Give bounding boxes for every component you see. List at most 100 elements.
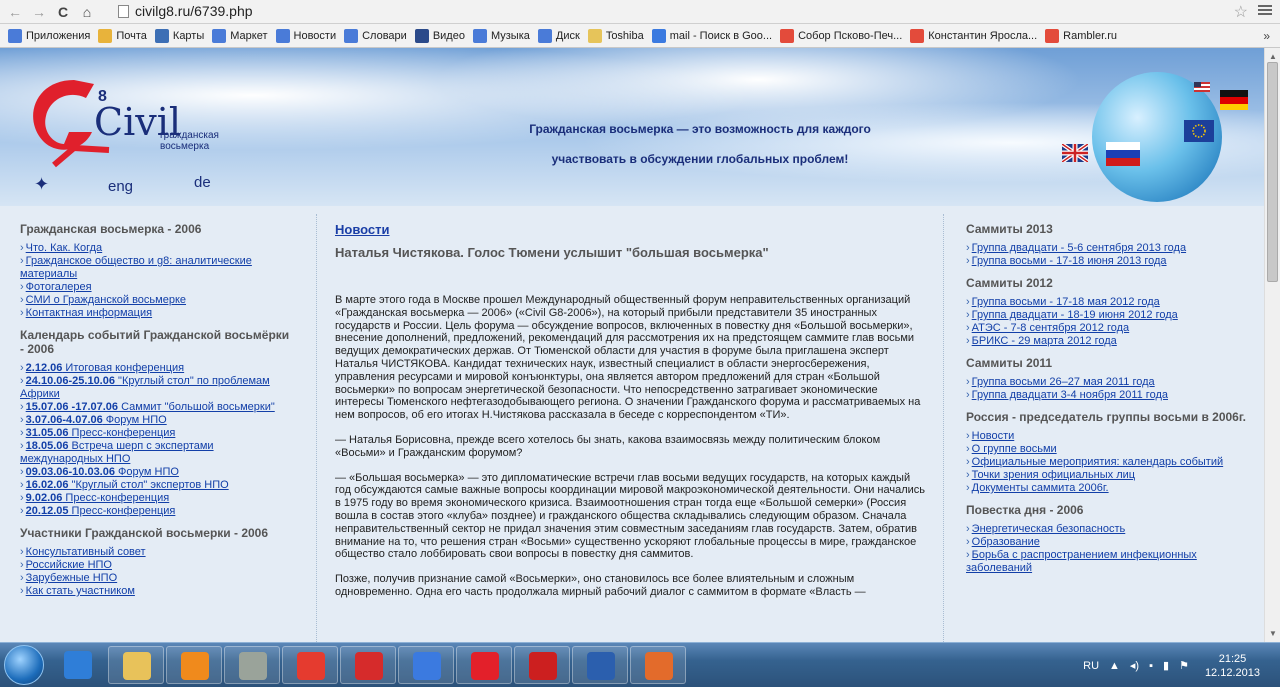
- sidebar-link[interactable]: Группа восьми 26–27 мая 2011 года: [972, 376, 1155, 388]
- event-link[interactable]: 09.03.06-10.03.06 Форум НПО: [26, 466, 179, 478]
- bookmark-label[interactable]: Константин Яросла...: [928, 30, 1037, 42]
- bookmark-item[interactable]: Видео: [414, 28, 465, 43]
- bookmark-item[interactable]: Карты: [154, 28, 204, 43]
- sidebar-link[interactable]: Группа восьми - 17-18 июня 2013 года: [972, 255, 1167, 267]
- sidebar-link[interactable]: Группа двадцати 3-4 ноября 2011 года: [972, 389, 1168, 401]
- bookmark-label[interactable]: Диск: [556, 30, 580, 42]
- taskbar-button[interactable]: [166, 646, 222, 684]
- bookmark-item[interactable]: Toshiba: [587, 28, 644, 43]
- show-hidden-icons-icon[interactable]: ▲: [1109, 660, 1120, 672]
- taskbar-button[interactable]: [340, 646, 396, 684]
- clock[interactable]: 21:25 12.12.2013: [1205, 652, 1260, 680]
- scrollbar-thumb[interactable]: [1267, 62, 1278, 282]
- russia-flag-icon[interactable]: [1106, 142, 1140, 166]
- bookmark-label[interactable]: mail - Поиск в Goo...: [670, 30, 772, 42]
- uk-flag-icon[interactable]: [1062, 144, 1088, 162]
- germany-flag-icon[interactable]: [1220, 90, 1248, 110]
- sidebar-link[interactable]: Группа двадцати - 18-19 июня 2012 года: [972, 309, 1178, 321]
- sidebar-link[interactable]: Новости: [972, 430, 1015, 442]
- sidebar-link[interactable]: Консультативный совет: [26, 546, 146, 558]
- start-button[interactable]: [4, 645, 44, 685]
- sidebar-link[interactable]: Группа двадцати - 5-6 сентября 2013 года: [972, 242, 1186, 254]
- reload-icon[interactable]: C: [54, 3, 72, 21]
- taskbar-button[interactable]: [514, 646, 570, 684]
- forward-icon[interactable]: →: [30, 3, 48, 21]
- vertical-scrollbar[interactable]: ▲ ▼: [1264, 48, 1280, 642]
- site-logo[interactable]: Civil 8 гражданская восьмерка ✦ eng de: [14, 70, 244, 200]
- sidebar-link[interactable]: Гражданское общество и g8: аналитические…: [20, 255, 252, 280]
- language-indicator[interactable]: RU: [1083, 660, 1099, 672]
- taskbar-button[interactable]: [456, 646, 512, 684]
- event-link[interactable]: 3.07.06-4.07.06 Форум НПО: [26, 414, 167, 426]
- bookmark-star-icon[interactable]: ☆: [1234, 2, 1248, 22]
- taskbar-button[interactable]: [224, 646, 280, 684]
- taskbar-button[interactable]: [108, 646, 164, 684]
- eu-flag-icon[interactable]: [1184, 120, 1214, 142]
- ru-lang-icon[interactable]: ✦: [34, 174, 49, 195]
- back-icon[interactable]: ←: [6, 3, 24, 21]
- taskbar-button[interactable]: [398, 646, 454, 684]
- menu-icon[interactable]: [1258, 3, 1272, 17]
- bookmark-item[interactable]: Rambler.ru: [1045, 28, 1117, 43]
- sidebar-link[interactable]: Как стать участником: [26, 585, 135, 597]
- bookmark-item[interactable]: Константин Яросла...: [910, 28, 1037, 43]
- address-bar[interactable]: civilg8.ru/6739.php: [118, 1, 1198, 21]
- bookmark-label[interactable]: Почта: [116, 30, 147, 42]
- event-link[interactable]: 16.02.06 "Круглый стол" экспертов НПО: [26, 479, 229, 491]
- sidebar-link[interactable]: Зарубежные НПО: [26, 572, 117, 584]
- lang-eng-link[interactable]: eng: [108, 178, 133, 195]
- bookmark-label[interactable]: Маркет: [230, 30, 267, 42]
- sidebar-link[interactable]: Контактная информация: [26, 307, 152, 319]
- bookmark-item[interactable]: Словари: [344, 28, 407, 43]
- network-icon[interactable]: ▪: [1149, 660, 1153, 672]
- sidebar-link[interactable]: Российские НПО: [26, 559, 112, 571]
- bookmark-label[interactable]: Toshiba: [606, 30, 644, 42]
- sidebar-link[interactable]: Что. Как. Когда: [26, 242, 103, 254]
- event-link[interactable]: 15.07.06 -17.07.06 Саммит "большой восьм…: [26, 401, 275, 413]
- bookmark-label[interactable]: Приложения: [26, 30, 90, 42]
- scroll-down-icon[interactable]: ▼: [1269, 629, 1277, 638]
- event-link[interactable]: 9.02.06 Пресс-конференция: [26, 492, 170, 504]
- home-icon[interactable]: ⌂: [78, 3, 96, 21]
- bookmark-item[interactable]: Почта: [98, 28, 147, 43]
- taskbar-button[interactable]: [50, 646, 106, 684]
- event-link[interactable]: 31.05.06 Пресс-конференция: [26, 427, 176, 439]
- bookmark-label[interactable]: Словари: [362, 30, 407, 42]
- bookmark-item[interactable]: Приложения: [8, 28, 90, 43]
- event-link[interactable]: 18.05.06 Встреча шерп с экспертами между…: [20, 440, 214, 465]
- bookmark-item[interactable]: Диск: [537, 28, 580, 43]
- sidebar-link[interactable]: АТЭС - 7-8 сентября 2012 года: [972, 322, 1129, 334]
- event-link[interactable]: 24.10.06-25.10.06 "Круглый стол" по проб…: [20, 375, 270, 400]
- volume-icon[interactable]: ◂): [1130, 659, 1139, 672]
- bookmark-label[interactable]: Карты: [173, 30, 204, 42]
- bookmarks-more-icon[interactable]: »: [1263, 29, 1270, 43]
- bookmark-label[interactable]: Видео: [433, 30, 465, 42]
- sidebar-link[interactable]: Группа восьми - 17-18 мая 2012 года: [972, 296, 1160, 308]
- lang-de-link[interactable]: de: [194, 174, 211, 191]
- sidebar-link[interactable]: Точки зрения официальных лиц: [972, 469, 1135, 481]
- sidebar-link[interactable]: СМИ о Гражданской восьмерке: [26, 294, 186, 306]
- usa-flag-icon[interactable]: [1194, 82, 1210, 92]
- sidebar-link[interactable]: О группе восьми: [972, 443, 1057, 455]
- power-icon[interactable]: ▮: [1163, 659, 1169, 672]
- bookmark-item[interactable]: Маркет: [212, 28, 268, 43]
- bookmark-item[interactable]: mail - Поиск в Goo...: [651, 28, 772, 43]
- bookmark-item[interactable]: Собор Псково-Печ...: [780, 28, 902, 43]
- sidebar-link[interactable]: БРИКС - 29 марта 2012 года: [972, 335, 1117, 347]
- scroll-up-icon[interactable]: ▲: [1269, 52, 1277, 61]
- action-center-icon[interactable]: ⚑: [1179, 659, 1189, 672]
- sidebar-link[interactable]: Фотогалерея: [26, 281, 92, 293]
- event-link[interactable]: 20.12.05 Пресс-конференция: [26, 505, 176, 517]
- sidebar-link[interactable]: Энергетическая безопасность: [972, 523, 1126, 535]
- taskbar-button[interactable]: [630, 646, 686, 684]
- bookmark-label[interactable]: Rambler.ru: [1063, 30, 1117, 42]
- url-text[interactable]: civilg8.ru/6739.php: [135, 3, 253, 19]
- bookmark-label[interactable]: Собор Псково-Печ...: [798, 30, 902, 42]
- taskbar-button[interactable]: [572, 646, 628, 684]
- taskbar-button[interactable]: [282, 646, 338, 684]
- sidebar-link[interactable]: Образование: [972, 536, 1040, 548]
- sidebar-link[interactable]: Официальные мероприятия: календарь событ…: [972, 456, 1223, 468]
- bookmark-item[interactable]: Музыка: [472, 28, 530, 43]
- bookmark-item[interactable]: Новости: [275, 28, 336, 43]
- sidebar-link[interactable]: Борьба с распространением инфекционных з…: [966, 549, 1197, 574]
